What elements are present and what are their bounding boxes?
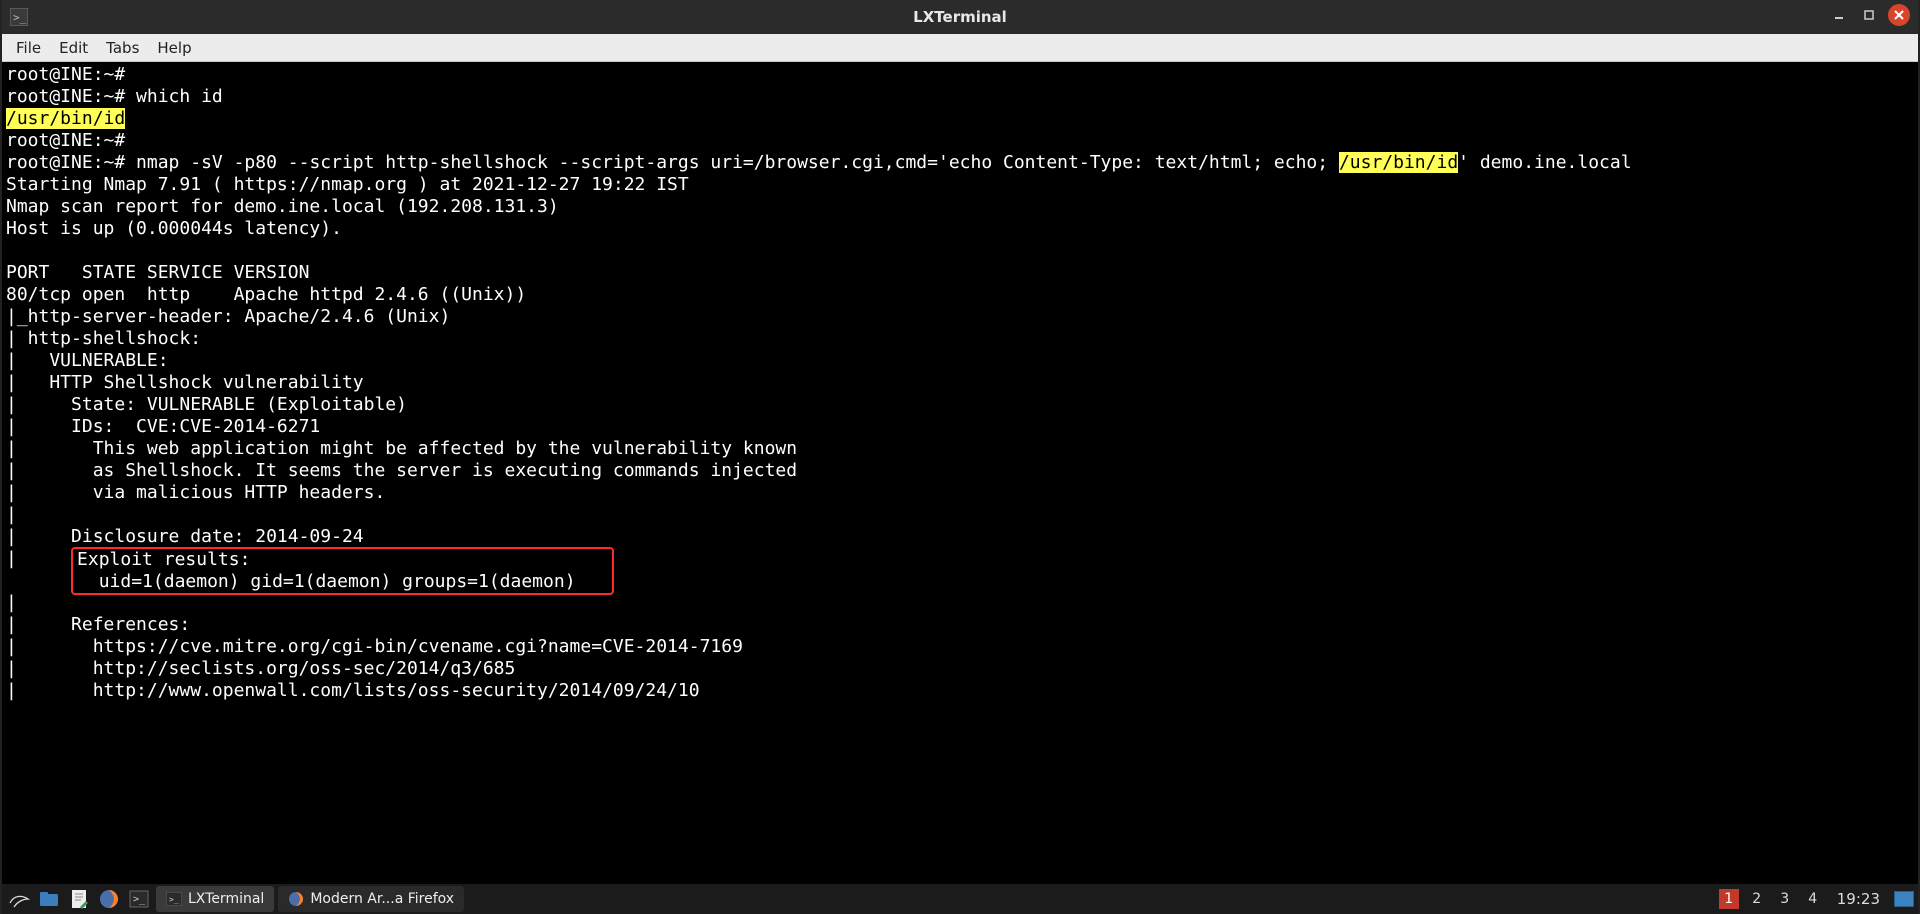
svg-text:>_: >_ (133, 894, 146, 905)
output-line: | https://cve.mitre.org/cgi-bin/cvename.… (6, 636, 743, 657)
terminal-window: >_ LXTerminal File Edit Tabs Help root@I… (0, 0, 1920, 914)
menu-file[interactable]: File (8, 36, 49, 60)
taskbar-app-firefox[interactable]: Modern Ar...a Firefox (278, 886, 464, 912)
output-line: Host is up (0.000044s latency). (6, 218, 342, 239)
svg-text:>_: >_ (13, 11, 27, 24)
output-line: 80/tcp open http Apache httpd 2.4.6 ((Un… (6, 284, 526, 305)
output-line: | as Shellshock. It seems the server is … (6, 460, 797, 481)
workspace-4[interactable]: 4 (1803, 889, 1823, 909)
window-title: LXTerminal (913, 8, 1007, 26)
prompt-line: root@INE:~# (6, 86, 136, 107)
firefox-icon[interactable] (96, 887, 122, 911)
highlighted-output: /usr/bin/id (6, 108, 125, 129)
exploit-line1: Exploit results: (77, 549, 250, 570)
output-line: | References: (6, 614, 190, 635)
exploit-line2: uid=1(daemon) gid=1(daemon) groups=1(dae… (77, 571, 576, 592)
prompt-line: root@INE:~# (6, 64, 125, 85)
output-line: |_http-server-header: Apache/2.4.6 (Unix… (6, 306, 450, 327)
file-manager-icon[interactable] (36, 887, 62, 911)
output-line: | http-shellshock: (6, 328, 201, 349)
close-button[interactable] (1888, 4, 1910, 26)
output-line: Starting Nmap 7.91 ( https://nmap.org ) … (6, 174, 689, 195)
minimize-button[interactable] (1828, 4, 1850, 26)
workspace-2[interactable]: 2 (1747, 889, 1767, 909)
command-text: ' demo.ine.local (1458, 152, 1631, 173)
menubar: File Edit Tabs Help (2, 34, 1918, 62)
output-line: | (6, 592, 17, 613)
output-line: | Disclosure date: 2014-09-24 (6, 526, 364, 547)
kali-menu-icon[interactable] (6, 887, 32, 911)
maximize-button[interactable] (1858, 4, 1880, 26)
menu-help[interactable]: Help (149, 36, 199, 60)
prompt-line: root@INE:~# (6, 130, 125, 151)
output-line: PORT STATE SERVICE VERSION (6, 262, 309, 283)
output-line: | State: VULNERABLE (Exploitable) (6, 394, 407, 415)
taskbar: >_ >_ LXTerminal Modern Ar...a Firefox 1… (2, 884, 1918, 914)
taskbar-right: 1 2 3 4 19:23 (1719, 889, 1914, 909)
output-line: | (6, 548, 71, 569)
command-text: nmap -sV -p80 --script http-shellshock -… (136, 152, 1339, 173)
show-desktop-icon[interactable] (1894, 891, 1914, 907)
output-line: | VULNERABLE: (6, 350, 169, 371)
app-icon: >_ (8, 6, 30, 28)
taskbar-left: >_ >_ LXTerminal Modern Ar...a Firefox (6, 886, 464, 912)
output-line: | HTTP Shellshock vulnerability (6, 372, 364, 393)
output-line: | This web application might be affected… (6, 438, 797, 459)
taskbar-app-lxterminal[interactable]: >_ LXTerminal (156, 886, 274, 912)
window-controls (1828, 4, 1910, 26)
highlighted-arg: /usr/bin/id (1339, 152, 1458, 173)
clock[interactable]: 19:23 (1831, 890, 1886, 908)
svg-text:>_: >_ (169, 895, 179, 904)
titlebar[interactable]: >_ LXTerminal (2, 0, 1918, 34)
prompt-line: root@INE:~# (6, 152, 136, 173)
taskbar-app-label: LXTerminal (188, 891, 264, 907)
workspace-1[interactable]: 1 (1719, 889, 1739, 909)
exploit-results-box: Exploit results: uid=1(daemon) gid=1(dae… (71, 547, 614, 595)
menu-tabs[interactable]: Tabs (98, 36, 147, 60)
terminal-output[interactable]: root@INE:~# root@INE:~# which id /usr/bi… (2, 62, 1918, 884)
output-line: Nmap scan report for demo.ine.local (192… (6, 196, 559, 217)
output-line: | http://seclists.org/oss-sec/2014/q3/68… (6, 658, 515, 679)
text-editor-icon[interactable] (66, 887, 92, 911)
terminal-icon: >_ (166, 892, 182, 906)
workspace-3[interactable]: 3 (1775, 889, 1795, 909)
taskbar-app-label: Modern Ar...a Firefox (310, 891, 454, 907)
terminal-launcher-icon[interactable]: >_ (126, 887, 152, 911)
menu-edit[interactable]: Edit (51, 36, 96, 60)
output-line: | (6, 504, 17, 525)
firefox-icon (288, 891, 304, 907)
output-line: | via malicious HTTP headers. (6, 482, 385, 503)
command-text: which id (136, 86, 223, 107)
output-line: | IDs: CVE:CVE-2014-6271 (6, 416, 320, 437)
output-line: | http://www.openwall.com/lists/oss-secu… (6, 680, 700, 701)
